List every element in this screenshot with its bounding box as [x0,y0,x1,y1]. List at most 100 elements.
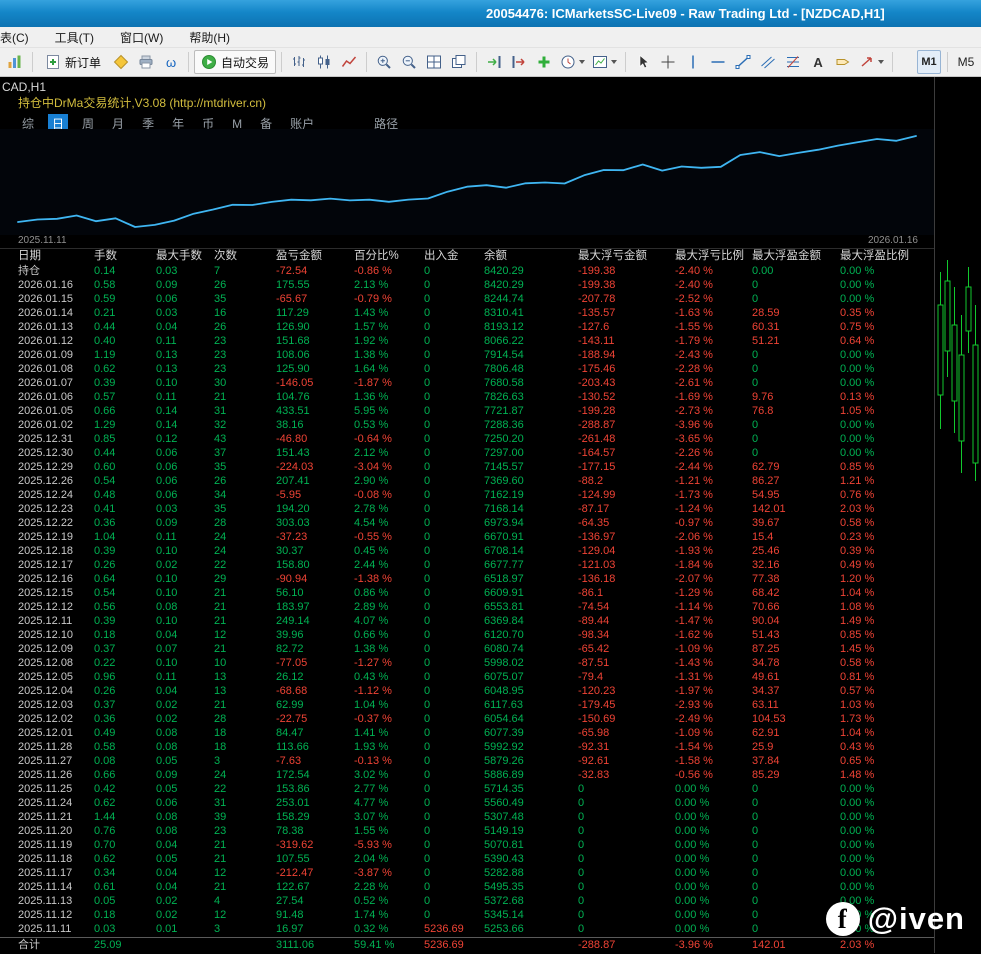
vertical-line-button[interactable] [681,50,705,74]
indicators-button[interactable] [532,50,556,74]
table-cell: 108.06 [276,348,354,362]
table-cell: 0.57 % [840,684,910,698]
table-cell: 12 [214,866,276,880]
menu-item-help[interactable]: 帮助(H) [185,27,234,48]
table-cell: -0.13 % [354,754,424,768]
table-cell: 37.84 [752,754,840,768]
table-cell: 86.27 [752,474,840,488]
table-cell: 0.09 [156,768,214,782]
table-cell: 125.90 [276,362,354,376]
cell-date: 合计 [18,938,94,952]
zoom-out-icon [401,54,417,70]
channel-button[interactable] [756,50,780,74]
table-cell: 0.03 [156,264,214,278]
table-cell: 0.05 [156,782,214,796]
table-cell: 0 [424,404,484,418]
arrow-tools-button[interactable] [856,50,887,74]
table-row: 2026.01.150.590.0635-65.67-0.79 %08244.7… [0,292,934,306]
new-chart-button[interactable] [3,50,27,74]
table-cell: 62.79 [752,460,840,474]
label-tool-button[interactable] [831,50,855,74]
table-cell: 0 [752,418,840,432]
table-cell: 0.44 [94,446,156,460]
crosshair-button[interactable] [656,50,680,74]
table-cell: -89.44 [578,614,675,628]
table-cell: 0.00 % [675,838,752,852]
cursor-button[interactable] [631,50,655,74]
menu-item-window[interactable]: 窗口(W) [116,27,167,48]
mql-community-button[interactable]: ω [159,50,183,74]
new-order-button[interactable]: 新订单 [38,50,108,74]
table-cell: 0 [752,278,840,292]
cascade-windows-button[interactable] [447,50,471,74]
stats-table-total: 合计25.093111.0659.41 %5236.69-288.87-3.96… [0,937,934,952]
stats-table-header: 日期手数最大手数次数盈亏金额百分比%出入金余额最大浮亏金额最大浮亏比例最大浮盈金… [0,249,934,264]
templates-button[interactable] [589,50,620,74]
toolbar-separator [947,52,948,72]
periods-button[interactable] [557,50,588,74]
fibonacci-button[interactable] [781,50,805,74]
cell-date: 2026.01.05 [18,404,94,418]
table-cell: 0 [752,810,840,824]
table-cell: -1.87 % [354,376,424,390]
table-cell: 0 [578,852,675,866]
table-cell: 5345.14 [484,908,578,922]
auto-scroll-button[interactable] [482,50,506,74]
table-cell: 2.78 % [354,502,424,516]
cell-date: 2026.01.15 [18,292,94,306]
text-tool-button[interactable]: A [806,50,830,74]
horizontal-line-icon [710,54,726,70]
table-cell: 2.03 % [840,502,910,516]
table-cell: 0 [424,320,484,334]
market-watch-button[interactable] [109,50,133,74]
timeframe-m1-button[interactable]: M1 [917,50,941,74]
cell-date: 2025.12.16 [18,572,94,586]
horizontal-line-button[interactable] [706,50,730,74]
print-button[interactable] [134,50,158,74]
table-cell: 25.09 [94,938,156,952]
zoom-in-button[interactable] [372,50,396,74]
titlebar[interactable]: 20054476: ICMarketsSC-Live09 - Raw Tradi… [0,0,981,27]
tile-windows-button[interactable] [422,50,446,74]
zoom-out-button[interactable] [397,50,421,74]
table-cell: 7806.48 [484,362,578,376]
table-cell: 0.62 [94,852,156,866]
chart-shift-button[interactable] [507,50,531,74]
toolbar-separator [892,52,893,72]
line-chart-mode-button[interactable] [337,50,361,74]
table-cell: 6518.97 [484,572,578,586]
autotrading-button[interactable]: 自动交易 [194,50,276,74]
table-cell: 5307.48 [484,810,578,824]
table-cell: 0.57 [94,390,156,404]
table-row: 2025.11.110.030.01316.970.32 %5236.69525… [0,922,934,936]
table-row: 2025.12.100.180.041239.960.66 %06120.70-… [0,628,934,642]
toolbar: 新订单 ω 自动交易 [0,48,981,77]
table-cell: 0.39 [94,614,156,628]
table-row: 2025.12.260.540.0626207.412.90 %07369.60… [0,474,934,488]
table-cell: 1.92 % [354,334,424,348]
menu-item-chart[interactable]: 表(C) [0,27,33,48]
table-cell: -32.83 [578,768,675,782]
trendline-button[interactable] [731,50,755,74]
table-row: 2026.01.070.390.1030-146.05-1.87 %07680.… [0,376,934,390]
table-cell [156,938,214,952]
table-cell: -3.87 % [354,866,424,880]
table-cell: 1.49 % [840,614,910,628]
candle-chart-mode-button[interactable] [312,50,336,74]
bar-chart-mode-button[interactable] [287,50,311,74]
table-cell: 0 [424,600,484,614]
table-cell: 30 [214,376,276,390]
table-cell: 0.76 [94,824,156,838]
timeframe-m5-button[interactable]: M5 [954,50,978,74]
table-cell: 5236.69 [424,922,484,936]
menu-item-tools[interactable]: 工具(T) [51,27,98,48]
table-cell: 0.41 [94,502,156,516]
table-cell: 3111.06 [276,938,354,952]
cell-date: 2026.01.02 [18,418,94,432]
table-cell: -2.44 % [675,460,752,474]
table-cell: -1.47 % [675,614,752,628]
table-cell: 32 [214,418,276,432]
table-row: 2025.11.170.340.0412-212.47-3.87 %05282.… [0,866,934,880]
table-cell: 2.77 % [354,782,424,796]
table-cell: 13 [214,670,276,684]
